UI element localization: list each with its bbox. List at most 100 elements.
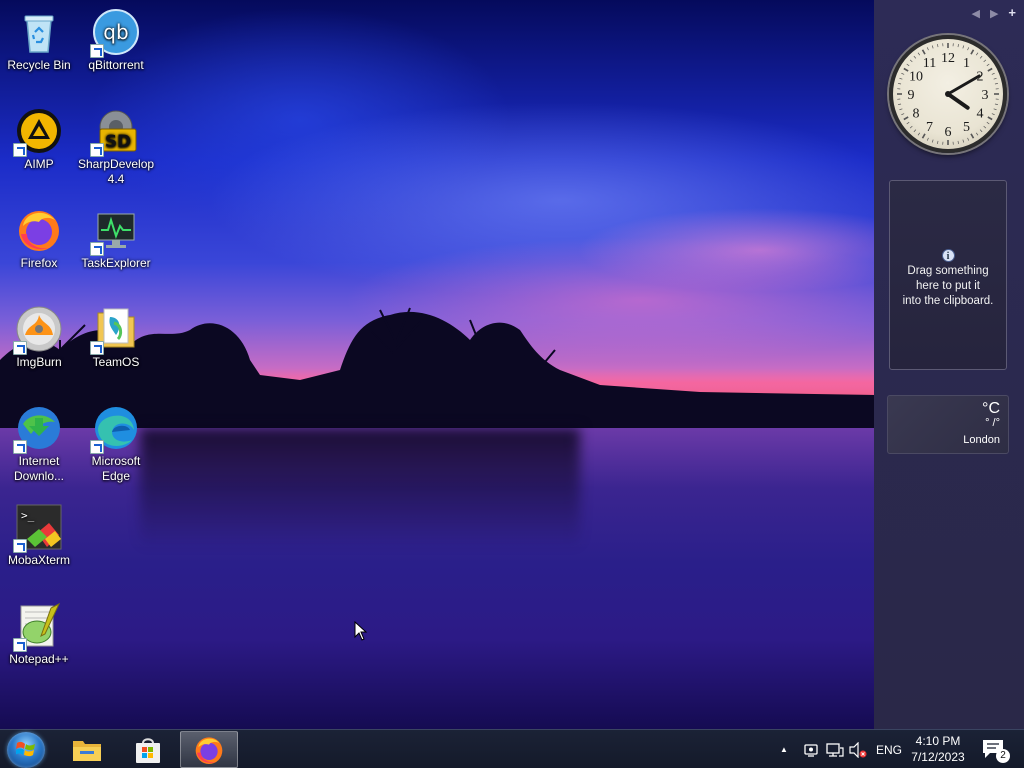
tray-network[interactable] bbox=[826, 730, 844, 768]
sidebar-next-button[interactable]: ▶ bbox=[990, 7, 998, 20]
windows-logo-icon bbox=[16, 741, 35, 757]
clock-tick bbox=[962, 139, 965, 143]
clock-tick bbox=[987, 116, 993, 121]
clock-tick bbox=[993, 77, 997, 80]
clock-tick bbox=[975, 132, 979, 136]
desktop-icon-label: TaskExplorer bbox=[81, 256, 151, 270]
desktop-icon-qbittorrent[interactable]: qb qBittorrent bbox=[78, 8, 154, 73]
tray-meet-now[interactable] bbox=[803, 730, 819, 768]
clock-face: 121234567891011 bbox=[897, 43, 999, 145]
clock-number: 5 bbox=[963, 120, 970, 135]
clock-tick bbox=[913, 55, 917, 59]
clock-tick bbox=[937, 44, 939, 48]
tray-volume[interactable] bbox=[849, 730, 867, 768]
desktop-icon-label: Recycle Bin bbox=[7, 58, 71, 72]
tray-language[interactable]: ENG bbox=[876, 730, 902, 768]
desktop-icon-label: SharpDevelop 4.4 bbox=[78, 157, 155, 186]
internet-download-manager-icon bbox=[13, 404, 63, 454]
clock-tick bbox=[983, 125, 987, 129]
clock-minute-hand bbox=[946, 74, 981, 96]
clock-tick bbox=[903, 116, 909, 121]
desktop-icon-aimp[interactable]: AIMP bbox=[1, 107, 77, 172]
taskbar-firefox[interactable] bbox=[180, 731, 238, 768]
desktop-icon-sharpdevelop[interactable]: SD SharpDevelop 4.4 bbox=[78, 107, 154, 187]
clock-hour-hand bbox=[946, 92, 970, 110]
desktop-icon-label: Notepad++ bbox=[9, 652, 69, 666]
clock-tick bbox=[937, 140, 939, 144]
clipboard-hint-line: into the clipboard. bbox=[902, 295, 994, 307]
taskbar: ▲ ENG 4:10 PM 7/12/2023 2 bbox=[0, 729, 1024, 768]
clock-number: 11 bbox=[923, 56, 936, 71]
desktop-icon-firefox[interactable]: Firefox bbox=[1, 206, 77, 271]
desktop-icon-teamos[interactable]: TeamOS bbox=[78, 305, 154, 370]
weather-unit: °C bbox=[982, 400, 1000, 417]
show-hidden-icons-button[interactable]: ▲ bbox=[780, 730, 788, 768]
shortcut-arrow-icon bbox=[90, 44, 104, 58]
clock-number: 4 bbox=[977, 107, 984, 122]
desktop-icon-notepadpp[interactable]: Notepad++ bbox=[1, 602, 77, 667]
shortcut-arrow-icon bbox=[13, 341, 27, 355]
shortcut-arrow-icon bbox=[90, 440, 104, 454]
clipboard-hint-line: here to put it bbox=[916, 280, 980, 292]
aimp-icon bbox=[13, 107, 63, 157]
clock-tick bbox=[994, 103, 998, 105]
clock-tick bbox=[898, 103, 902, 105]
clipboard-gadget[interactable]: i Drag something here to put it into the… bbox=[889, 180, 1007, 370]
desktop-icon-imgburn[interactable]: ImgBurn bbox=[1, 305, 77, 370]
shortcut-arrow-icon bbox=[13, 539, 27, 553]
desktop-icon-label: Microsoft Edge bbox=[91, 454, 141, 483]
clock-number: 6 bbox=[945, 125, 952, 140]
notification-count-badge: 2 bbox=[996, 749, 1010, 763]
taskbar-clock[interactable]: 4:10 PM 7/12/2023 bbox=[906, 733, 970, 765]
clock-number: 8 bbox=[912, 107, 919, 122]
clock-tick bbox=[909, 125, 913, 129]
desktop-icon-recycle-bin[interactable]: Recycle Bin bbox=[1, 8, 77, 73]
clock-tick bbox=[898, 83, 902, 85]
clock-tick bbox=[899, 108, 903, 111]
clock-tick bbox=[906, 121, 910, 125]
start-button[interactable] bbox=[7, 732, 45, 768]
action-center-button[interactable]: 2 bbox=[982, 739, 1010, 763]
clock-gadget[interactable]: 121234567891011 bbox=[889, 35, 1007, 153]
clock-tick bbox=[994, 83, 998, 85]
sidebar-controls: ◀ ▶ + bbox=[971, 6, 1016, 20]
clock-number: 7 bbox=[926, 120, 933, 135]
clock-tick bbox=[979, 129, 983, 133]
weather-range: ° /° bbox=[985, 417, 1000, 429]
sidebar-prev-button[interactable]: ◀ bbox=[971, 7, 979, 20]
shortcut-arrow-icon bbox=[90, 143, 104, 157]
firefox-icon bbox=[195, 736, 223, 764]
add-gadget-button[interactable]: + bbox=[1008, 6, 1016, 20]
taskbar-file-explorer[interactable] bbox=[58, 731, 116, 768]
clock-tick bbox=[921, 49, 926, 55]
desktop-icon-label: Firefox bbox=[20, 256, 58, 270]
clock-center-pin bbox=[945, 91, 951, 97]
clock-tick bbox=[957, 44, 959, 48]
mobaxterm-icon: >_ bbox=[13, 503, 63, 553]
clipboard-hint-line: Drag something bbox=[907, 265, 989, 277]
volume-muted-icon bbox=[849, 741, 867, 758]
desktop-icon-mobaxterm[interactable]: >_ MobaXterm bbox=[1, 503, 77, 568]
desktop-icon-taskexplorer[interactable]: TaskExplorer bbox=[78, 206, 154, 271]
notepadpp-icon bbox=[13, 602, 63, 652]
weather-gadget[interactable]: °C ° /° London bbox=[887, 395, 1009, 454]
taskbar-microsoft-store[interactable] bbox=[119, 731, 177, 768]
desktop-icon-label: TeamOS bbox=[92, 355, 140, 369]
sharpdevelop-icon: SD bbox=[90, 107, 140, 157]
clock-number: 9 bbox=[908, 88, 915, 103]
shortcut-arrow-icon bbox=[13, 143, 27, 157]
svg-text:qb: qb bbox=[103, 20, 128, 44]
desktop-icon-edge[interactable]: Microsoft Edge bbox=[78, 404, 154, 484]
store-icon bbox=[136, 737, 160, 763]
clock-tick bbox=[970, 133, 975, 139]
desktop-icon-internet-download-manager[interactable]: Internet Downlo... bbox=[1, 404, 77, 484]
shortcut-arrow-icon bbox=[13, 440, 27, 454]
clock-tick bbox=[967, 47, 970, 51]
clock-tick bbox=[909, 59, 913, 63]
svg-text:SD: SD bbox=[105, 132, 131, 152]
clock-tick bbox=[906, 63, 910, 67]
shortcut-arrow-icon bbox=[90, 242, 104, 256]
clock-tick bbox=[901, 72, 905, 75]
clock-tick bbox=[917, 132, 921, 136]
chevron-up-icon: ▲ bbox=[780, 745, 788, 754]
